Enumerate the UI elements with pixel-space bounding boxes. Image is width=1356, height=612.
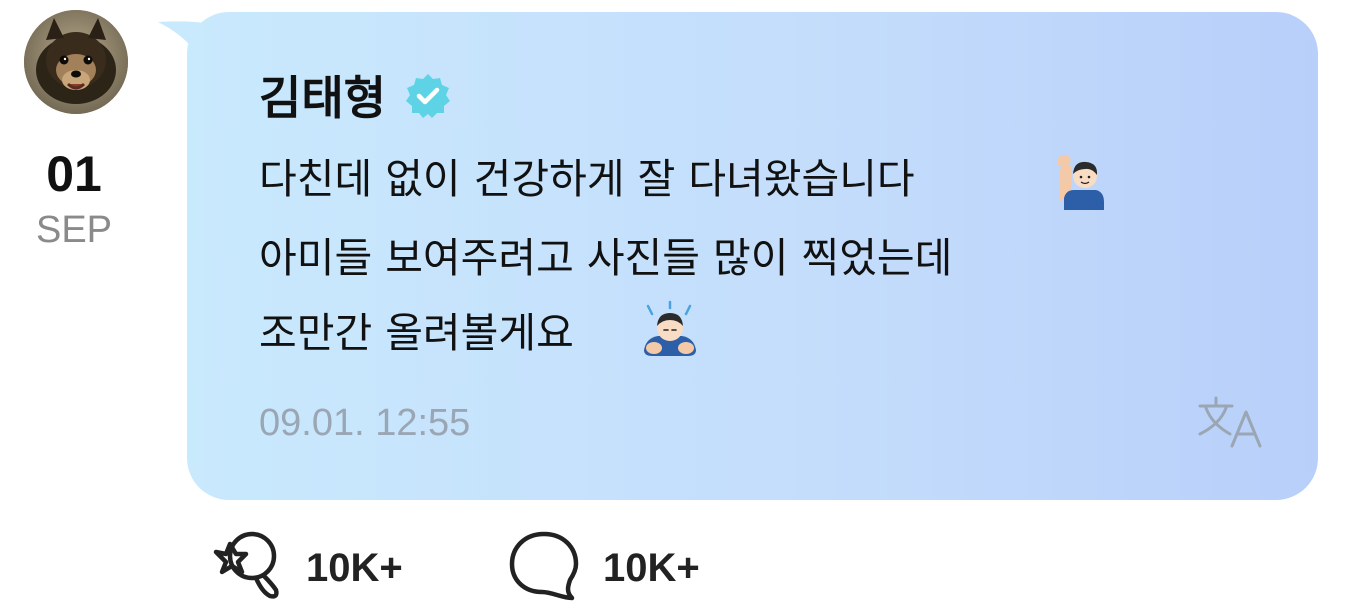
comment-count: 10K+ xyxy=(603,546,700,590)
message-line-1: 다친데 없이 건강하게 잘 다녀왔습니다 xyxy=(259,155,915,203)
post-date-month: SEP xyxy=(35,209,113,251)
avatar-dog-photo xyxy=(24,10,128,114)
post-date-day: 01 xyxy=(46,146,102,202)
message-line-3: 조만간 올려볼게요 xyxy=(259,309,574,357)
like-icon[interactable] xyxy=(204,526,288,606)
translate-icon[interactable] xyxy=(1196,394,1268,450)
person-bowing-emoji xyxy=(644,300,696,356)
avatar[interactable] xyxy=(24,10,128,114)
person-raising-hand-emoji xyxy=(1057,154,1104,210)
like-count: 10K+ xyxy=(306,546,403,590)
post-timestamp: 09.01. 12:55 xyxy=(259,402,471,444)
verified-badge-icon xyxy=(406,74,450,118)
author-name[interactable]: 김태형 xyxy=(259,70,386,126)
message-line-2: 아미들 보여주려고 사진들 많이 찍었는데 xyxy=(259,234,953,282)
comment-icon[interactable] xyxy=(506,528,582,602)
